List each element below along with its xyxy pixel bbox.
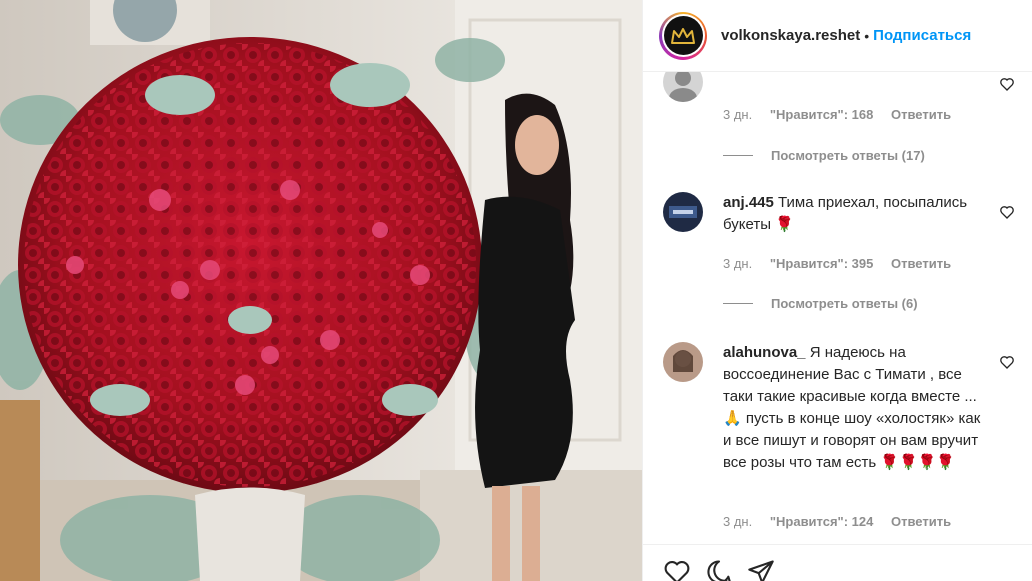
separator-dot: • — [864, 27, 870, 44]
comment-content: Я надеюсь на воссоединение Вас с Тимати … — [723, 344, 981, 471]
reply-button[interactable]: Ответить — [891, 107, 951, 122]
share-icon[interactable] — [747, 558, 775, 581]
comment-likes[interactable]: "Нравится": 395 — [770, 256, 874, 271]
commenter-username[interactable]: alahunova_ — [723, 344, 806, 361]
comment-icon[interactable] — [705, 558, 733, 581]
crown-logo-icon — [671, 27, 695, 44]
comment-likes[interactable]: "Нравится": 168 — [770, 107, 874, 122]
comment-text: alahunova_ Я надеюсь на воссоединение Ва… — [723, 342, 988, 474]
comments-list[interactable]: 3 дн. "Нравится": 168 Ответить Посмотрет… — [643, 72, 1032, 544]
comment-time: 3 дн. — [723, 107, 753, 122]
post-actions-bar — [643, 544, 1032, 581]
commenter-avatar[interactable] — [663, 342, 703, 382]
comment-text: anj.445 Тима приехал, посыпались букеты … — [723, 192, 988, 236]
replies-divider — [723, 303, 753, 304]
author-username[interactable]: volkonskaya.reshet — [721, 27, 860, 44]
follow-button[interactable]: Подписаться — [873, 27, 971, 44]
like-comment-icon[interactable] — [999, 76, 1017, 94]
view-replies-button[interactable]: Посмотреть ответы (6) — [723, 296, 918, 311]
like-comment-icon[interactable] — [999, 354, 1017, 372]
post-photo-illustration — [0, 0, 642, 581]
author-avatar[interactable] — [659, 11, 707, 60]
commenter-avatar[interactable] — [663, 72, 703, 102]
comment-time: 3 дн. — [723, 514, 753, 529]
comment-likes[interactable]: "Нравится": 124 — [770, 514, 874, 529]
comment-time: 3 дн. — [723, 256, 753, 271]
post-photo[interactable] — [0, 0, 642, 581]
comment-meta: 3 дн. "Нравится": 395 Ответить — [723, 256, 965, 271]
post-header: volkonskaya.reshet • Подписаться — [643, 0, 1032, 72]
avatar-image-icon — [669, 72, 697, 102]
view-replies-button[interactable]: Посмотреть ответы (17) — [723, 148, 925, 163]
post-side-panel: volkonskaya.reshet • Подписаться 3 дн. "… — [642, 0, 1032, 581]
reply-button[interactable]: Ответить — [891, 256, 951, 271]
avatar-image-icon — [673, 350, 693, 372]
commenter-username[interactable]: anj.445 — [723, 194, 774, 211]
heart-icon[interactable] — [663, 558, 691, 581]
reply-button[interactable]: Ответить — [891, 514, 951, 529]
comment-meta: 3 дн. "Нравится": 168 Ответить — [723, 107, 965, 122]
comment-meta: 3 дн. "Нравится": 124 Ответить — [723, 514, 965, 529]
like-comment-icon[interactable] — [999, 204, 1017, 222]
replies-divider — [723, 155, 753, 156]
avatar-image-icon — [669, 206, 697, 218]
commenter-avatar[interactable] — [663, 192, 703, 232]
